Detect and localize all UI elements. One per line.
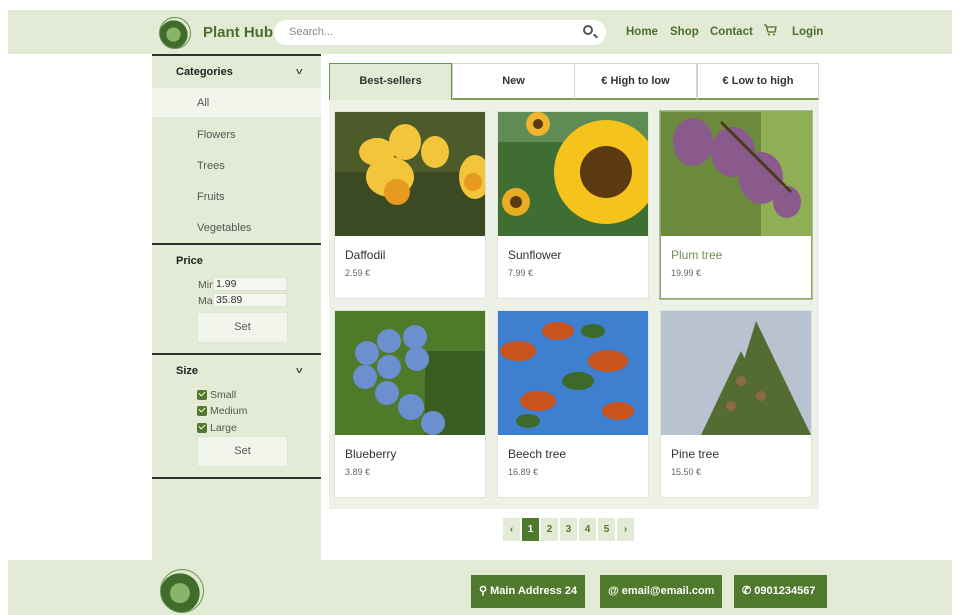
phone-icon: ✆ (742, 585, 755, 597)
nav-login[interactable]: Login (792, 26, 823, 38)
pagination-page-4[interactable]: 4 (579, 518, 596, 541)
email-text: email@email.com (621, 585, 715, 597)
beech-tree-image[interactable] (498, 311, 648, 435)
cart-icon[interactable] (763, 23, 777, 37)
filter-sidebar (152, 54, 321, 560)
price-set-button[interactable]: Set (197, 312, 288, 343)
product-card[interactable]: Sunflower 7.99 € (497, 111, 649, 299)
product-name[interactable]: Sunflower (508, 248, 561, 262)
nav-shop[interactable]: Shop (670, 26, 699, 38)
nav-contact[interactable]: Contact (710, 26, 753, 38)
plant-logo-icon[interactable] (159, 17, 191, 49)
divider (152, 353, 321, 355)
divider (152, 477, 321, 479)
pagination-prev[interactable]: ‹ (503, 518, 520, 541)
product-name[interactable]: Daffodil (345, 248, 385, 262)
tab-low-to-high[interactable]: € Low to high (697, 63, 819, 100)
price-heading: Price (176, 255, 203, 267)
tab-new[interactable]: New (452, 63, 575, 100)
daffodil-image[interactable] (335, 112, 485, 236)
brand-name[interactable]: Plant Hub (203, 24, 273, 41)
size-medium-checkbox[interactable] (197, 406, 207, 416)
location-pin-icon: ⚲ (479, 585, 491, 597)
product-price: 16.89 € (508, 467, 539, 477)
product-card-selected[interactable]: Plum tree 19.99 € (660, 111, 812, 299)
pagination-page-2[interactable]: 2 (541, 518, 558, 541)
product-price: 2.59 € (345, 268, 371, 278)
search-icon[interactable] (583, 25, 593, 35)
divider (152, 54, 321, 56)
pagination-page-3[interactable]: 3 (560, 518, 577, 541)
size-set-button[interactable]: Set (197, 436, 288, 467)
product-price: 19.99 € (671, 268, 702, 278)
chevron-down-icon[interactable]: v (296, 66, 302, 76)
product-card[interactable]: Daffodil 2.59 € (334, 111, 486, 299)
categories-heading[interactable]: Categories (176, 66, 233, 78)
divider (152, 243, 321, 245)
tab-high-to-low[interactable]: € High to low (574, 63, 697, 100)
pagination-page-5[interactable]: 5 (598, 518, 615, 541)
at-icon: @ (608, 585, 622, 597)
size-large-checkbox[interactable] (197, 423, 207, 433)
product-name[interactable]: Pine tree (671, 447, 719, 461)
product-price: 7.99 € (508, 268, 534, 278)
price-max-input[interactable]: 35.89 (213, 293, 287, 307)
category-item-vegetables[interactable]: Vegetables (197, 222, 251, 234)
size-small-label[interactable]: Small (210, 389, 236, 401)
address-button[interactable]: ⚲ Main Address 24 (471, 575, 585, 608)
size-large-label[interactable]: Large (210, 422, 237, 434)
category-item-flowers[interactable]: Flowers (197, 129, 236, 141)
tab-best-sellers[interactable]: Best-sellers (329, 63, 452, 100)
product-card[interactable]: Pine tree 15.50 € (660, 310, 812, 498)
phone-text: 0901234567 (754, 585, 816, 597)
email-button[interactable]: @ email@email.com (600, 575, 722, 608)
size-small-checkbox[interactable] (197, 390, 207, 400)
pagination-page-1[interactable]: 1 (522, 518, 539, 541)
chevron-down-icon[interactable]: v (296, 365, 302, 375)
plum-tree-image[interactable] (661, 112, 811, 236)
product-price: 15.50 € (671, 467, 702, 477)
search-placeholder[interactable]: Search... (289, 26, 333, 38)
product-card[interactable]: Blueberry 3.89 € (334, 310, 486, 498)
product-price: 3.89 € (345, 467, 371, 477)
address-text: Main Address 24 (490, 585, 578, 597)
plant-logo-icon[interactable] (160, 569, 204, 613)
size-medium-label[interactable]: Medium (210, 405, 247, 417)
phone-button[interactable]: ✆ 0901234567 (734, 575, 827, 608)
product-name[interactable]: Beech tree (508, 447, 566, 461)
pine-tree-image[interactable] (661, 311, 811, 435)
blueberry-image[interactable] (335, 311, 485, 435)
category-item-fruits[interactable]: Fruits (197, 191, 225, 203)
size-heading[interactable]: Size (176, 365, 198, 377)
category-item-trees[interactable]: Trees (197, 160, 225, 172)
category-item-all[interactable]: All (197, 97, 209, 109)
sunflower-image[interactable] (498, 112, 648, 236)
price-min-input[interactable]: 1.99 (213, 277, 287, 291)
product-name[interactable]: Plum tree (671, 248, 722, 262)
pagination-next[interactable]: › (617, 518, 634, 541)
nav-home[interactable]: Home (626, 26, 658, 38)
category-all-highlight (152, 88, 321, 117)
product-name[interactable]: Blueberry (345, 447, 396, 461)
product-card[interactable]: Beech tree 16.89 € (497, 310, 649, 498)
